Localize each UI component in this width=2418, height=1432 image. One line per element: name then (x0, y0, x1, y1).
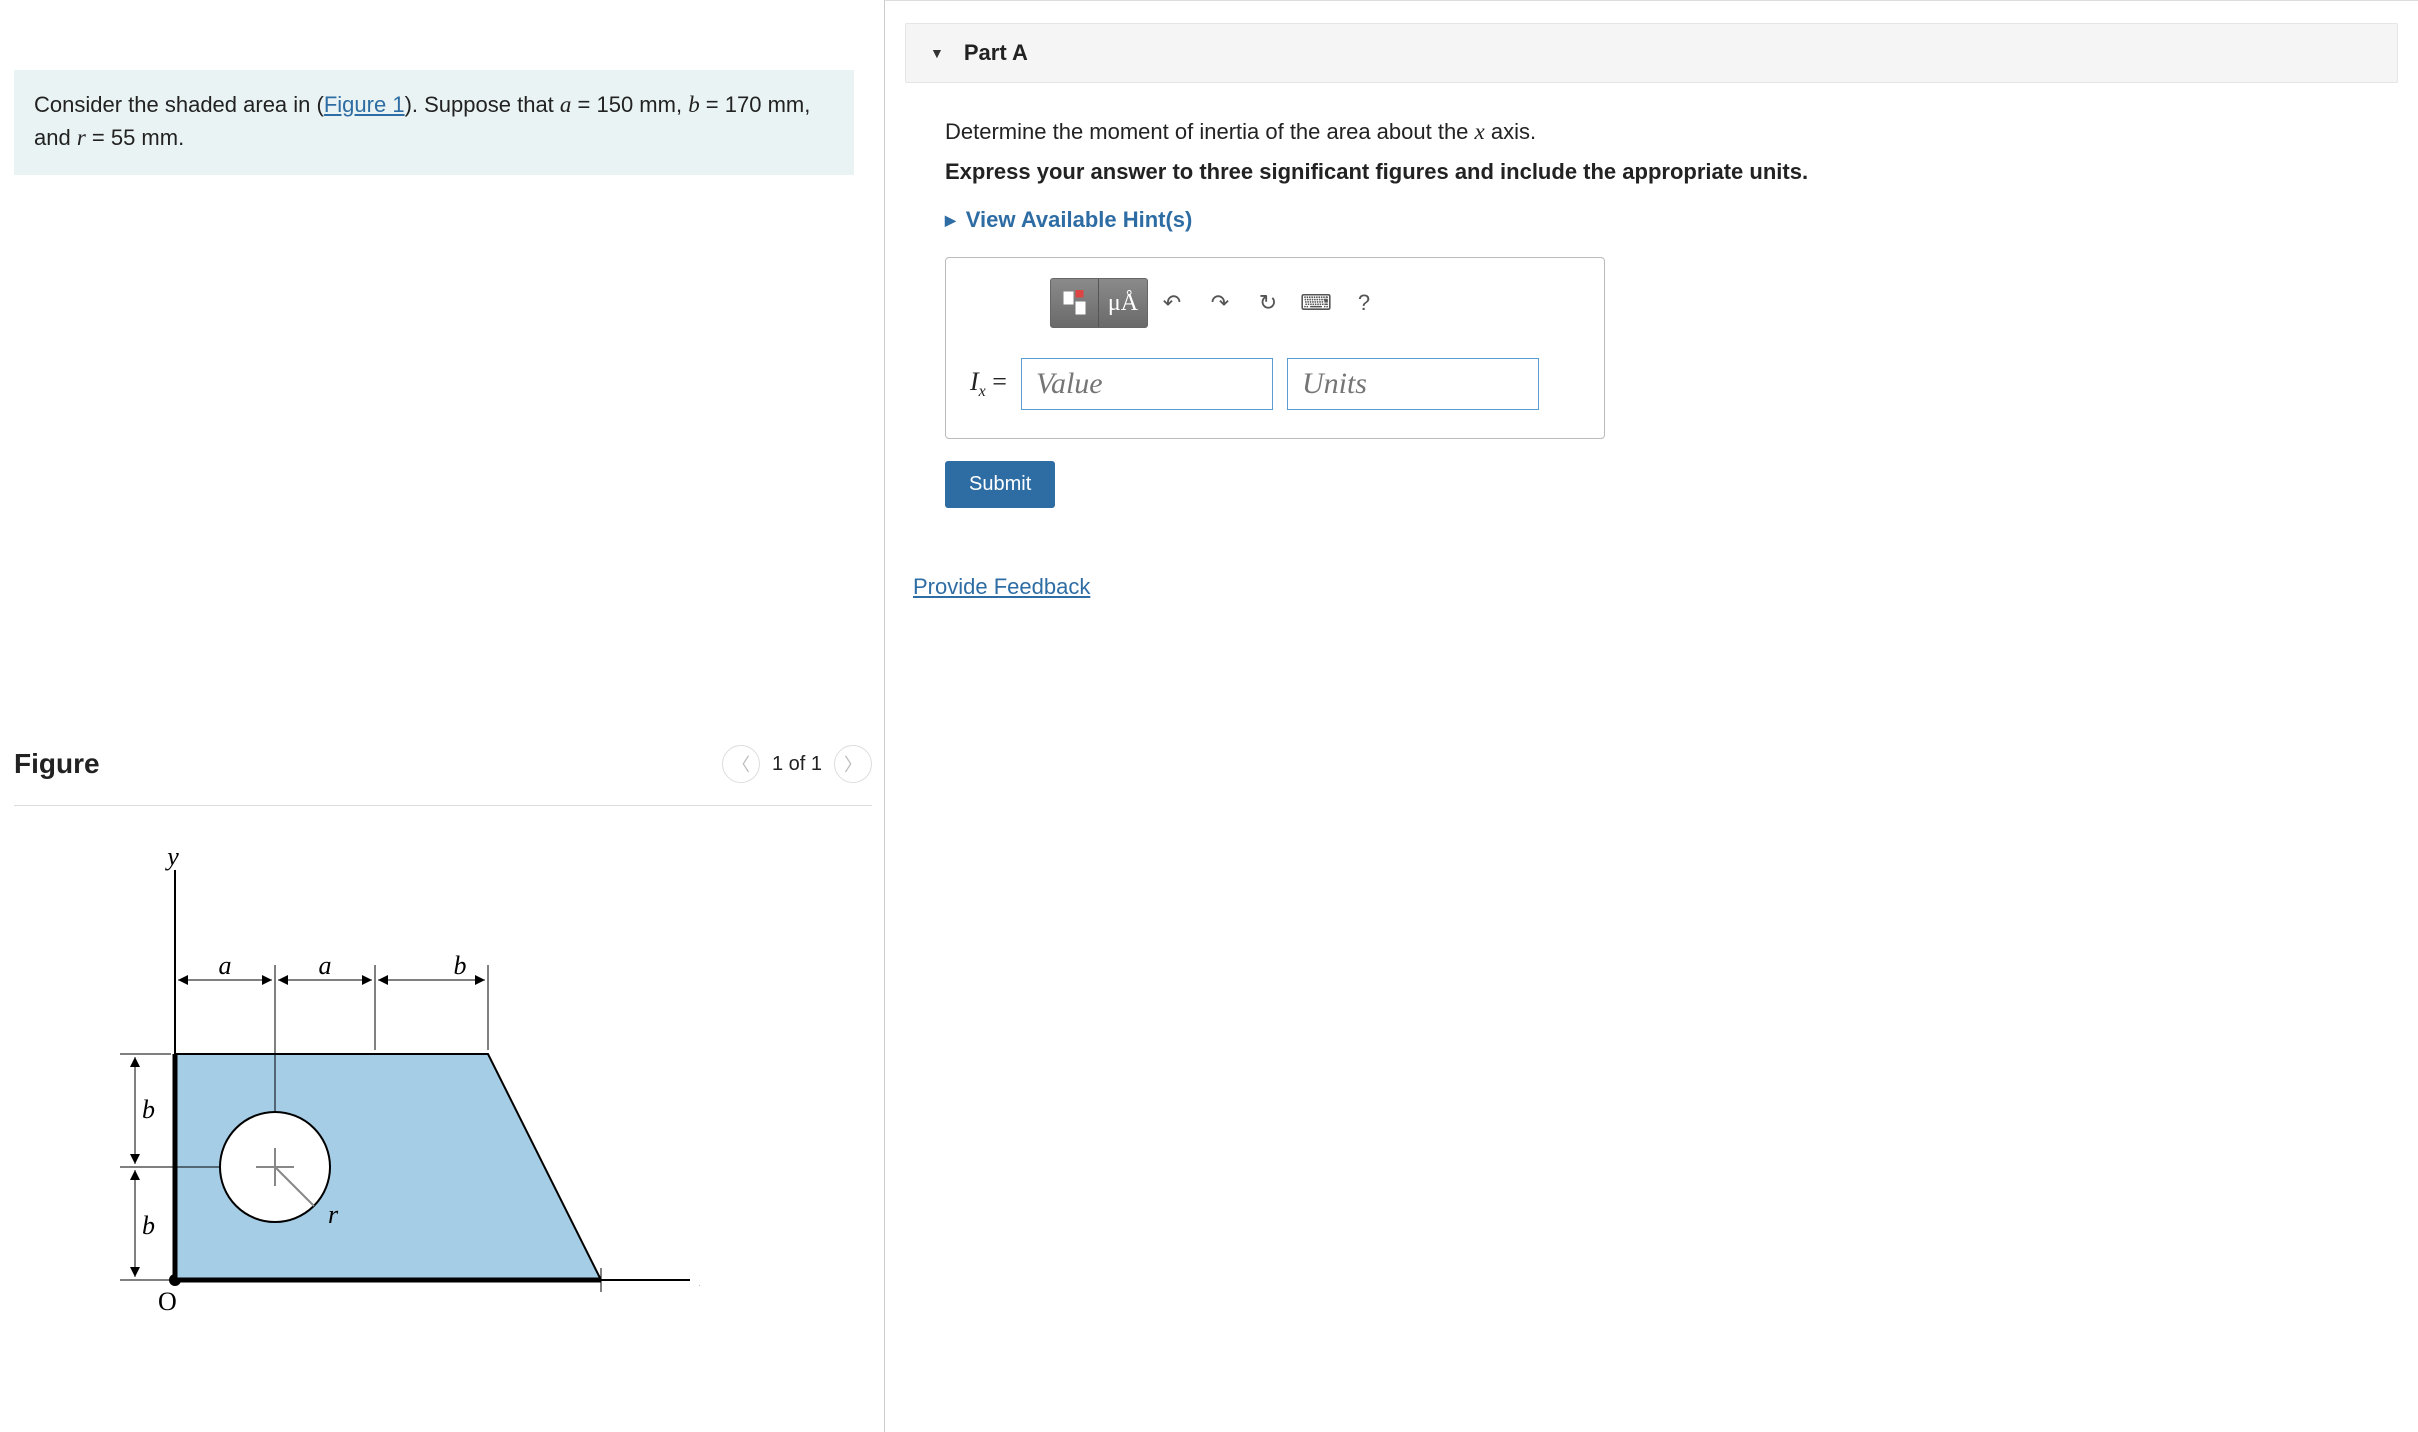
caret-down-icon: ▼ (930, 45, 944, 61)
keyboard-icon: ⌨ (1300, 290, 1332, 316)
equals-sign: = (986, 367, 1007, 396)
part-title: Part A (964, 40, 1028, 66)
problem-text-after-link: ). Suppose that (405, 92, 560, 117)
triangle-right-icon: ▶ (945, 212, 956, 229)
left-pane: Consider the shaded area in (Figure 1). … (0, 0, 885, 1432)
redo-button[interactable]: ↷ (1196, 279, 1244, 327)
help-button[interactable]: ? (1340, 279, 1388, 327)
figure-next-button[interactable]: 〉 (834, 745, 872, 783)
sep1: , (676, 92, 688, 117)
problem-end: . (178, 125, 184, 150)
figure-header: Figure 〈 1 of 1 〉 (14, 745, 872, 806)
templates-icon (1062, 290, 1088, 316)
label-O: O (158, 1287, 177, 1316)
var-a: a (560, 92, 572, 117)
val-r: = 55 mm (86, 125, 178, 150)
help-icon: ? (1358, 290, 1370, 316)
toolbar-group-format: μÅ (1050, 278, 1148, 328)
reset-button[interactable]: ↻ (1244, 279, 1292, 327)
instruction-2: Express your answer to three significant… (945, 159, 2358, 185)
label-a-1: a (219, 951, 232, 980)
units-input[interactable] (1287, 358, 1539, 410)
label-b-left-2: b (142, 1211, 155, 1240)
answer-row: Ix = (970, 358, 1580, 410)
val-b: = 170 mm (700, 92, 805, 117)
instr1-var: x (1475, 119, 1485, 144)
templates-button[interactable] (1051, 279, 1099, 327)
label-b-top: b (454, 951, 467, 980)
answer-variable: Ix = (970, 367, 1007, 401)
answer-toolbar: μÅ ↶ ↷ ↻ ⌨ ? (1050, 278, 1580, 328)
chevron-right-icon: 〉 (844, 751, 862, 777)
figure-title: Figure (14, 748, 100, 780)
var-sub: x (979, 383, 986, 400)
keyboard-button[interactable]: ⌨ (1292, 279, 1340, 327)
answer-box: μÅ ↶ ↷ ↻ ⌨ ? Ix = (945, 257, 1605, 439)
right-pane: ▼ Part A Determine the moment of inertia… (885, 0, 2418, 1432)
undo-icon: ↶ (1163, 290, 1181, 316)
problem-statement: Consider the shaded area in (Figure 1). … (14, 70, 854, 175)
instruction-1: Determine the moment of inertia of the a… (945, 119, 2358, 145)
label-x: x (699, 1263, 700, 1292)
figure-counter: 1 of 1 (772, 753, 822, 776)
figure-image: y x O r (80, 850, 700, 1356)
label-b-left-1: b (142, 1095, 155, 1124)
figure-prev-button[interactable]: 〈 (722, 745, 760, 783)
hints-label: View Available Hint(s) (966, 207, 1193, 233)
var-r: r (77, 125, 86, 150)
part-body: Determine the moment of inertia of the a… (905, 83, 2398, 518)
label-r: r (328, 1200, 339, 1229)
figure-link[interactable]: Figure 1 (324, 92, 405, 117)
instr1-pre: Determine the moment of inertia of the a… (945, 119, 1475, 144)
val-a: = 150 mm (571, 92, 676, 117)
label-y: y (164, 850, 179, 871)
label-a-2: a (319, 951, 332, 980)
special-chars-label: μÅ (1108, 290, 1138, 317)
part-header[interactable]: ▼ Part A (905, 23, 2398, 83)
value-input[interactable] (1021, 358, 1273, 410)
var-symbol: I (970, 367, 979, 396)
reset-icon: ↻ (1259, 290, 1277, 316)
chevron-left-icon: 〈 (732, 751, 750, 777)
undo-button[interactable]: ↶ (1148, 279, 1196, 327)
redo-icon: ↷ (1211, 290, 1229, 316)
view-hints-link[interactable]: ▶ View Available Hint(s) (945, 207, 2358, 233)
var-b: b (688, 92, 700, 117)
instr1-post: axis. (1485, 119, 1536, 144)
submit-button[interactable]: Submit (945, 461, 1055, 508)
problem-text-prefix: Consider the shaded area in ( (34, 92, 324, 117)
figure-nav: 〈 1 of 1 〉 (722, 745, 872, 783)
provide-feedback-link[interactable]: Provide Feedback (905, 574, 2398, 600)
special-chars-button[interactable]: μÅ (1099, 279, 1147, 327)
